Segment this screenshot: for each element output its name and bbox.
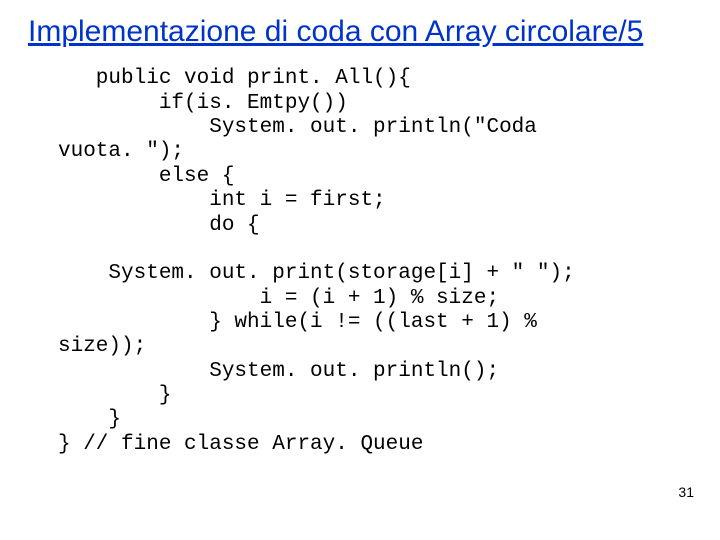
slide: Implementazione di coda con Array circol… [0, 0, 720, 540]
slide-title: Implementazione di coda con Array circol… [28, 14, 692, 49]
code-block: public void print. All(){ if(is. Emtpy()… [28, 67, 692, 457]
page-number: 31 [678, 484, 694, 500]
